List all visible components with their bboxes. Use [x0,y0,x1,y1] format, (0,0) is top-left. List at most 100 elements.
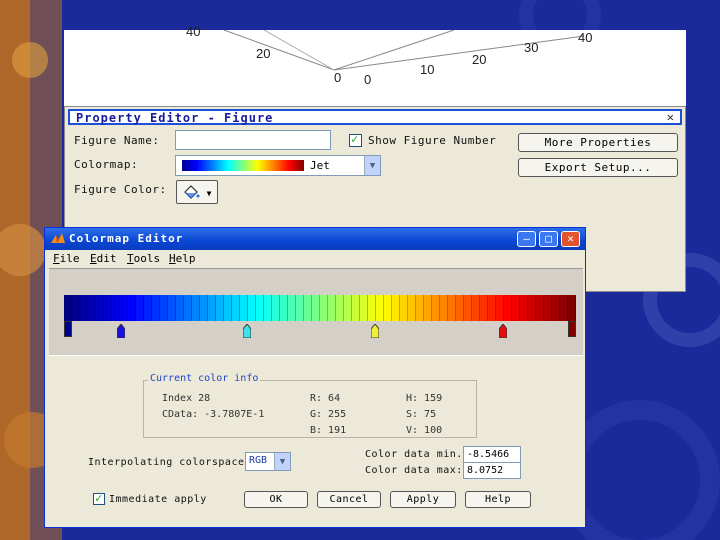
colormap-end-marker[interactable] [64,321,72,337]
colorbar-cell[interactable] [232,295,240,321]
colorbar-cell[interactable] [456,295,464,321]
show-figure-number-checkbox[interactable] [349,132,362,147]
colorbar-cell[interactable] [408,295,416,321]
colorbar[interactable] [64,295,576,321]
export-setup-button[interactable]: Export Setup... [518,158,678,177]
colorbar-cell[interactable] [536,295,544,321]
colorbar-cell[interactable] [88,295,96,321]
colorbar-cell[interactable] [544,295,552,321]
colorbar-cell[interactable] [96,295,104,321]
ok-button[interactable]: OK [244,491,308,508]
colorbar-cell[interactable] [424,295,432,321]
figure-name-input[interactable] [175,130,331,150]
color-marker[interactable] [117,324,125,338]
maximize-icon[interactable]: □ [539,231,558,247]
colorbar-cell[interactable] [448,295,456,321]
colorbar-cell[interactable] [360,295,368,321]
apply-button[interactable]: Apply [390,491,456,508]
colorbar-cell[interactable] [160,295,168,321]
chevron-down-icon[interactable]: ▼ [274,453,290,470]
colorbar-cell[interactable] [392,295,400,321]
colorbar-cell[interactable] [528,295,536,321]
chevron-down-icon[interactable]: ▼ [364,156,380,175]
colorbar-cell[interactable] [72,295,80,321]
cancel-button[interactable]: Cancel [317,491,381,508]
colormap-select[interactable]: Jet ▼ [175,155,381,176]
colorbar-cell[interactable] [328,295,336,321]
color-marker[interactable] [371,324,379,338]
colorbar-cell[interactable] [520,295,528,321]
colorbar-cell[interactable] [568,295,576,321]
colorbar-cell[interactable] [120,295,128,321]
colorbar-cell[interactable] [176,295,184,321]
colorbar-cell[interactable] [480,295,488,321]
colorbar-cell[interactable] [304,295,312,321]
colorbar-cell[interactable] [80,295,88,321]
colorbar-cell[interactable] [128,295,136,321]
more-properties-button[interactable]: More Properties [518,133,678,152]
menu-file[interactable]: File [53,252,80,265]
colorbar-cell[interactable] [256,295,264,321]
colorbar-cell[interactable] [248,295,256,321]
colorbar-cell[interactable] [240,295,248,321]
colormap-end-marker[interactable] [568,321,576,337]
colorbar-cell[interactable] [312,295,320,321]
colorbar-cell[interactable] [296,295,304,321]
colorbar-cell[interactable] [224,295,232,321]
colorbar-cell[interactable] [264,295,272,321]
colorbar-cell[interactable] [336,295,344,321]
minimize-icon[interactable]: — [517,231,536,247]
colorbar-cell[interactable] [440,295,448,321]
colorbar-cell[interactable] [280,295,288,321]
close-icon[interactable]: ✕ [561,231,580,247]
colorbar-cell[interactable] [144,295,152,321]
colorbar-cell[interactable] [216,295,224,321]
paint-bucket-icon [184,185,200,199]
colorbar-cell[interactable] [184,295,192,321]
colorbar-cell[interactable] [168,295,176,321]
colorbar-cell[interactable] [136,295,144,321]
colorbar-cell[interactable] [400,295,408,321]
colorbar-cell[interactable] [152,295,160,321]
color-marker[interactable] [243,324,251,338]
color-cdata: CData: -3.7807E-1 [162,409,265,420]
colorbar-cell[interactable] [416,295,424,321]
colorbar-cell[interactable] [552,295,560,321]
colorbar-cell[interactable] [504,295,512,321]
figure-name-label: Figure Name: [74,134,160,147]
colorbar-cell[interactable] [368,295,376,321]
colorbar-cell[interactable] [104,295,112,321]
plot-axes: 40 20 0 0 10 20 30 40 [64,24,686,106]
immediate-apply-checkbox[interactable] [93,491,105,505]
colorbar-cell[interactable] [200,295,208,321]
close-icon[interactable]: ✕ [667,110,674,124]
colorbar-cell[interactable] [432,295,440,321]
colorbar-cell[interactable] [464,295,472,321]
cdata-max-input[interactable] [463,462,521,479]
colorbar-cell[interactable] [192,295,200,321]
menu-help[interactable]: Help [169,252,196,265]
colorbar-cell[interactable] [64,295,72,321]
figure-color-button[interactable]: ▼ [176,180,218,204]
colorbar-cell[interactable] [472,295,480,321]
help-button[interactable]: Help [465,491,531,508]
color-marker[interactable] [499,324,507,338]
colorbar-cell[interactable] [288,295,296,321]
menu-edit-label: dit [96,252,117,265]
colorbar-cell[interactable] [376,295,384,321]
colorbar-cell[interactable] [344,295,352,321]
colorbar-cell[interactable] [512,295,520,321]
colorbar-cell[interactable] [560,295,568,321]
colorbar-cell[interactable] [488,295,496,321]
colorbar-cell[interactable] [208,295,216,321]
colorbar-cell[interactable] [384,295,392,321]
colorbar-cell[interactable] [112,295,120,321]
colorbar-cell[interactable] [496,295,504,321]
menu-edit[interactable]: Edit [90,252,117,265]
colorbar-cell[interactable] [272,295,280,321]
colorbar-cell[interactable] [320,295,328,321]
interp-colorspace-select[interactable]: RGB ▼ [245,452,291,471]
cdata-min-input[interactable] [463,446,521,463]
colorbar-cell[interactable] [352,295,360,321]
menu-tools[interactable]: Tools [127,252,160,265]
